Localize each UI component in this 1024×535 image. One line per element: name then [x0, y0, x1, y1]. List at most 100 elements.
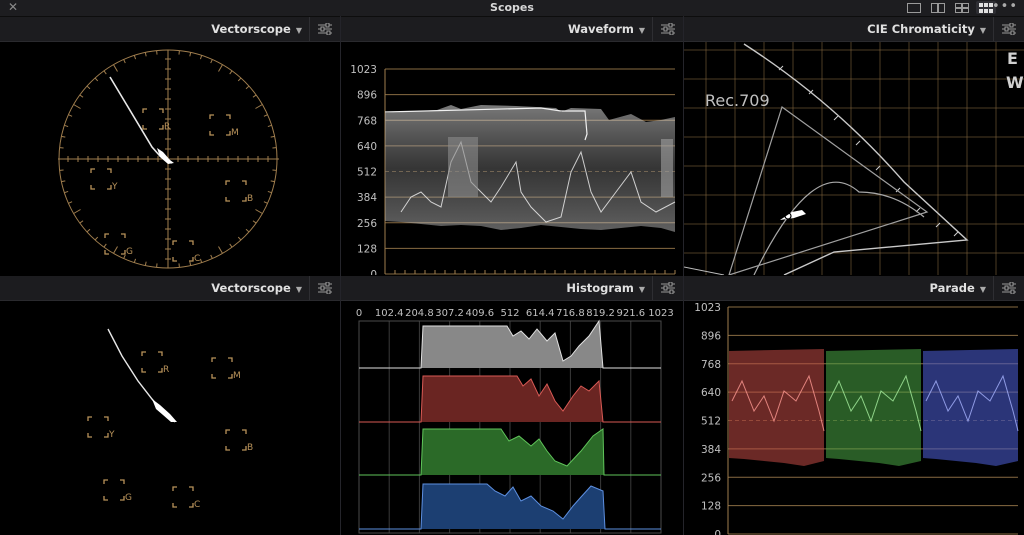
y-axis-label: 256: [701, 472, 721, 484]
x-axis-label: 512: [500, 308, 519, 319]
graticule-tick: [189, 52, 192, 57]
vectorscope-panel-bottom: Vectorscope ▼ R M Y B G C: [0, 276, 340, 535]
scope-type-dropdown[interactable]: Vectorscope ▼: [211, 17, 302, 43]
target-r: R: [141, 351, 169, 375]
scope-settings-icon[interactable]: [993, 17, 1024, 41]
y-axis-label: 0: [714, 529, 721, 535]
graticule-tick: [237, 236, 242, 241]
target-b: B: [225, 429, 253, 453]
target-y: Y: [90, 168, 118, 192]
panel-header: Parade ▼: [684, 276, 1024, 301]
graticule-tick: [210, 254, 213, 259]
target-label: R: [163, 365, 169, 375]
graticule-tick: [79, 94, 84, 98]
locus-tick: [833, 115, 839, 121]
y-axis-label: 896: [701, 330, 721, 342]
y-axis-label: 768: [701, 359, 721, 371]
graticule-tick: [144, 52, 147, 57]
x-axis-label: 614.4: [526, 308, 555, 319]
edge-letter: W: [1006, 73, 1024, 92]
scope-settings-icon[interactable]: [652, 276, 683, 300]
graticule-tick: [267, 190, 272, 194]
scope-type-dropdown[interactable]: Histogram ▼: [566, 276, 645, 302]
x-axis-label: 409.6: [465, 308, 494, 319]
spectral-locus-ticks: [778, 65, 959, 237]
graticule-tick: [64, 190, 69, 194]
graticule-tick: [218, 64, 223, 72]
graticule-tick: [270, 135, 275, 138]
scope-type-dropdown[interactable]: Vectorscope ▼: [211, 276, 302, 302]
scope-type-dropdown[interactable]: CIE Chromaticity ▼: [867, 17, 986, 43]
scope-settings-icon[interactable]: [309, 17, 340, 41]
targets-group: R M Y B G C: [87, 351, 253, 510]
scope-settings-icon[interactable]: [309, 276, 340, 300]
locus-tick: [875, 165, 881, 171]
panel-header: CIE Chromaticity ▼: [684, 17, 1024, 42]
parade-green: [826, 349, 921, 466]
graticule-tick: [73, 104, 81, 109]
scope-title: Vectorscope: [211, 281, 291, 295]
gamut-label: Rec.709: [705, 91, 770, 110]
target-label: M: [233, 371, 241, 381]
parade-panel: Parade ▼ 1023 896 768 640 512 384 256 128 0: [684, 276, 1024, 535]
graticule-tick: [123, 59, 126, 64]
y-axis-label: 1023: [694, 302, 721, 314]
scope-type-dropdown[interactable]: Parade ▼: [930, 276, 987, 302]
target-label: G: [126, 247, 133, 257]
x-axis-label: 1023: [648, 308, 673, 319]
target-label: C: [194, 254, 200, 264]
chevron-down-icon: ▼: [638, 285, 645, 294]
y-axis-label: 128: [701, 501, 721, 513]
window-title: Scopes: [490, 1, 534, 14]
scope-title: CIE Chromaticity: [867, 22, 975, 36]
layout-quad-icon[interactable]: [952, 1, 972, 14]
y-axis-label: 1023: [350, 64, 377, 76]
x-axis-label: 204.8: [405, 308, 434, 319]
scope-title: Vectorscope: [211, 22, 291, 36]
target-m: M: [211, 357, 241, 381]
edge-letter: E: [1007, 49, 1018, 68]
histogram-graph: 0 102.4 204.8 307.2 409.6 512 614.4 716.8 819.2 9…: [356, 308, 674, 534]
y-axis-label: 768: [357, 115, 377, 127]
target-label: Y: [111, 182, 118, 192]
layout-dual-icon[interactable]: [928, 1, 948, 14]
target-g: G: [103, 479, 132, 503]
target-y: Y: [87, 416, 115, 440]
graticule-tick: [252, 94, 257, 98]
graticule-tick: [237, 77, 242, 82]
target-r: R: [142, 108, 170, 132]
vectorscope-panel-top: Vectorscope ▼ R M Y B G C: [0, 17, 340, 275]
scope-settings-icon[interactable]: [652, 17, 683, 41]
cie-graph: Rec.709 E W: [684, 42, 1024, 275]
chevron-down-icon: ▼: [295, 285, 302, 294]
graticule-tick: [61, 135, 66, 138]
panel-header: Waveform ▼: [341, 17, 683, 42]
vector-trace: [109, 76, 173, 164]
x-axis-ticks: [384, 270, 676, 274]
target-c: C: [172, 486, 200, 510]
vector-trace: [107, 328, 176, 423]
scope-settings-icon[interactable]: [993, 276, 1024, 300]
chevron-down-icon: ▼: [979, 285, 986, 294]
graticule-tick: [68, 201, 73, 204]
targets-group: R M Y B G C: [90, 108, 253, 264]
scope-type-dropdown[interactable]: Waveform ▼: [568, 17, 645, 43]
x-axis-labels: 0 102.4 204.8 307.2 409.6 512 614.4 716.8 819.2 9…: [356, 308, 674, 319]
graticule-tick: [86, 85, 91, 90]
chevron-down-icon: ▼: [979, 26, 986, 35]
x-axis-label: 819.2: [586, 308, 615, 319]
waveform-block: [448, 137, 478, 197]
graticule-tick: [245, 228, 250, 233]
x-axis-label: 716.8: [556, 308, 585, 319]
graticule-tick: [144, 261, 147, 266]
more-options-icon[interactable]: •••: [992, 0, 1018, 13]
layout-selector: [904, 1, 996, 15]
parade-graph: 1023 896 768 640 512 384 256 128 0: [694, 302, 1019, 535]
scope-title: Parade: [929, 281, 975, 295]
waveform-trace: [385, 105, 675, 232]
graticule-tick: [61, 180, 66, 183]
layout-single-icon[interactable]: [904, 1, 924, 14]
graticule-tick: [94, 77, 99, 82]
x-axis-label: 0: [356, 308, 362, 319]
graticule-tick: [133, 258, 137, 263]
